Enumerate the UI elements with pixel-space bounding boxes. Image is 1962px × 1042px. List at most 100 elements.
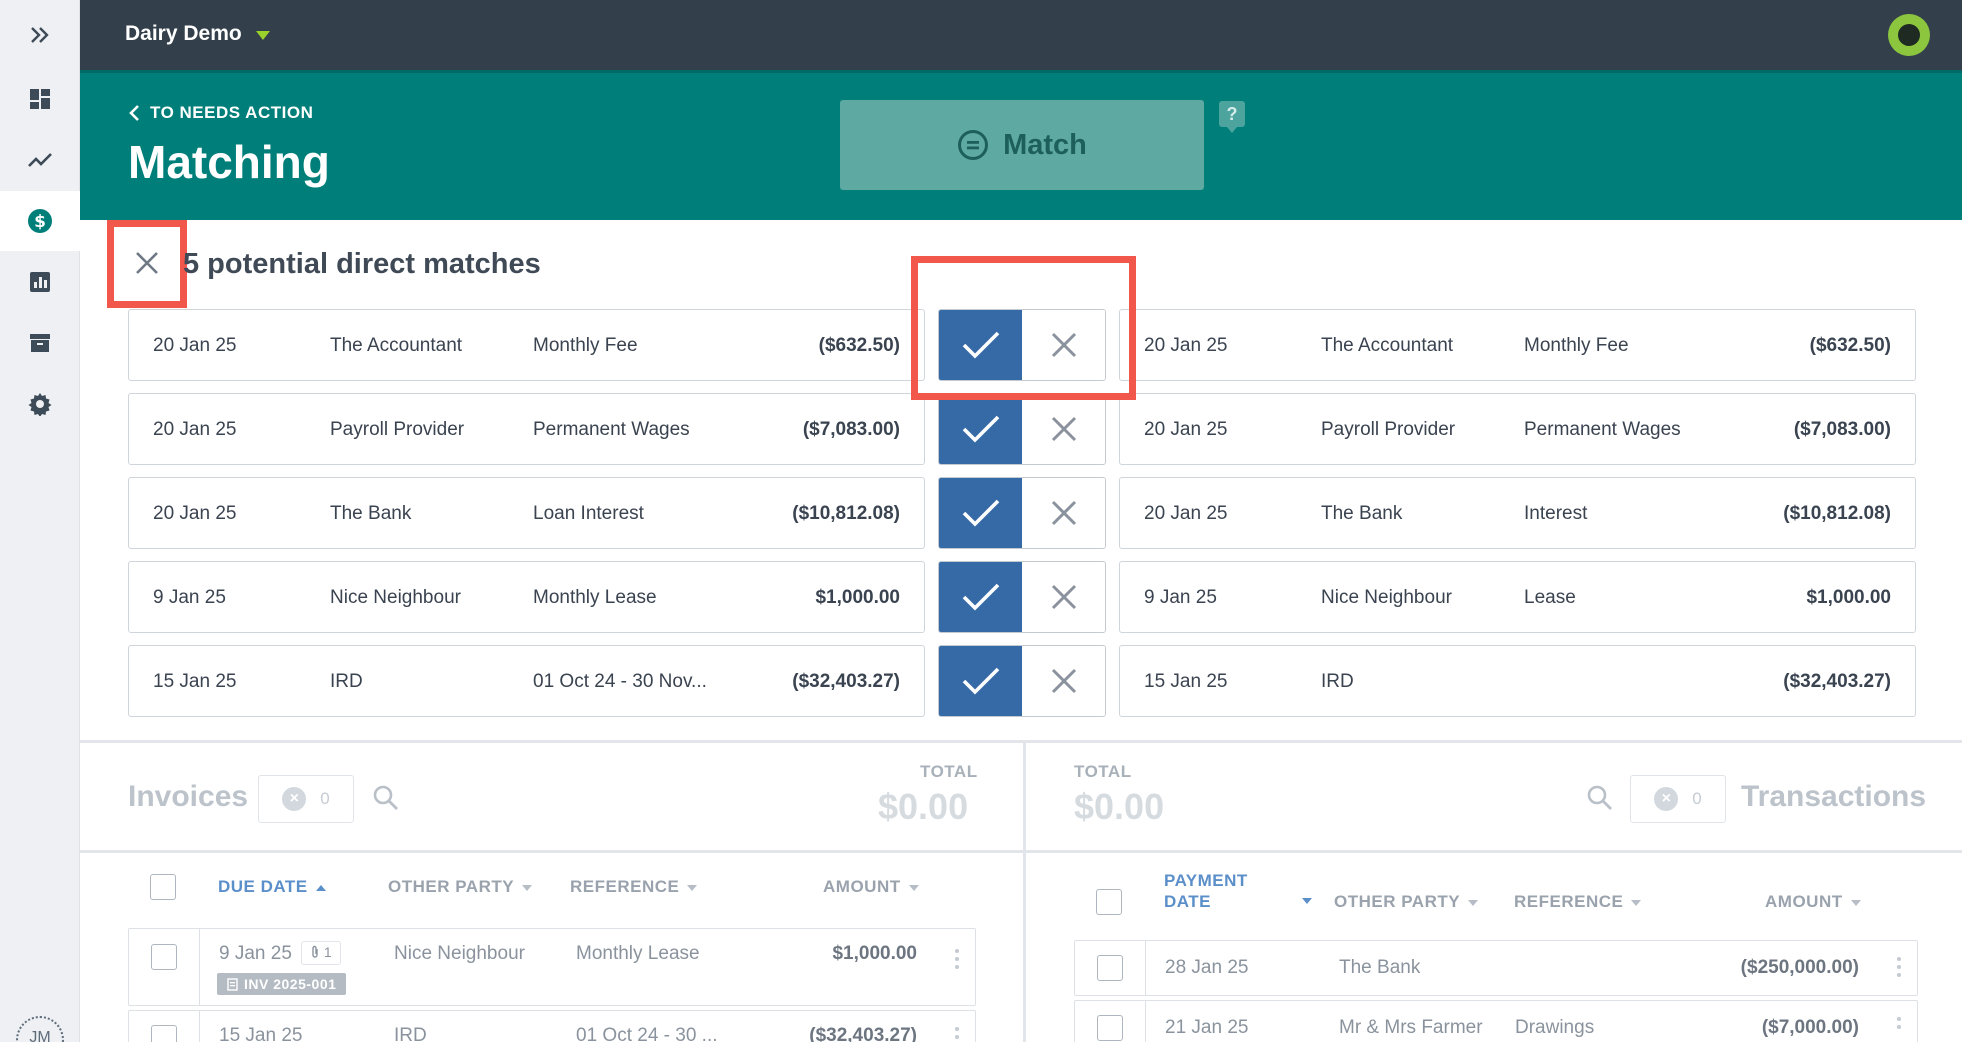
invoices-count-value: 0 bbox=[320, 789, 330, 808]
row-checkbox[interactable] bbox=[151, 944, 177, 970]
help-icon[interactable]: ? bbox=[1219, 101, 1245, 133]
nav-dashboard[interactable] bbox=[0, 69, 80, 129]
section-divider bbox=[80, 740, 1962, 743]
match-amount: ($32,403.27) bbox=[792, 671, 900, 692]
invoice-reference: Monthly Lease bbox=[576, 943, 700, 964]
transactions-title: Transactions bbox=[1741, 780, 1927, 813]
match-actions bbox=[938, 477, 1106, 549]
sort-caret-icon[interactable] bbox=[1302, 898, 1312, 904]
transaction-date: 28 Jan 25 bbox=[1165, 957, 1249, 978]
search-icon[interactable] bbox=[372, 784, 400, 812]
match-button[interactable]: Match bbox=[840, 100, 1204, 190]
match-row-left[interactable]: 15 Jan 25 IRD 01 Oct 24 - 30 Nov... ($32,40… bbox=[128, 645, 925, 717]
nav-money[interactable]: $ bbox=[0, 191, 80, 251]
nav-reports[interactable] bbox=[0, 252, 80, 312]
back-link[interactable]: TO NEEDS ACTION bbox=[128, 103, 313, 123]
match-reference: 01 Oct 24 - 30 Nov... bbox=[533, 671, 707, 692]
chevron-down-icon[interactable] bbox=[256, 31, 270, 40]
dollar-circle-icon: $ bbox=[28, 209, 52, 233]
transactions-selected-count[interactable]: × 0 bbox=[1630, 775, 1726, 823]
match-row-left[interactable]: 9 Jan 25 Nice Neighbour Monthly Lease $1,00… bbox=[128, 561, 925, 633]
match-row-right[interactable]: 20 Jan 25 Payroll Provider Permanent Wages… bbox=[1119, 393, 1916, 465]
row-menu-icon[interactable] bbox=[955, 949, 959, 973]
nav-trends[interactable] bbox=[0, 130, 80, 190]
column-header-amount[interactable]: AMOUNT bbox=[823, 877, 919, 897]
accept-match-button[interactable] bbox=[939, 478, 1022, 548]
trend-line-icon bbox=[28, 153, 52, 167]
transaction-amount: ($250,000.00) bbox=[1740, 957, 1859, 978]
check-icon bbox=[962, 667, 999, 695]
reject-match-button[interactable] bbox=[1022, 478, 1105, 548]
match-party: Payroll Provider bbox=[330, 419, 465, 440]
table-row[interactable]: 15 Jan 25 IRD 01 Oct 24 - 30 ... ($32,40… bbox=[128, 1010, 976, 1042]
row-checkbox[interactable] bbox=[1097, 955, 1123, 981]
user-avatar[interactable]: JM bbox=[16, 1016, 64, 1042]
transactions-select-all-checkbox[interactable] bbox=[1096, 889, 1122, 915]
match-row-right[interactable]: 15 Jan 25 IRD ($32,403.27) bbox=[1119, 645, 1916, 717]
row-menu-icon[interactable] bbox=[1897, 1017, 1901, 1033]
table-row[interactable]: 9 Jan 25 1 INV 2025-001 Nice Neighbour M… bbox=[128, 928, 976, 1006]
gear-icon bbox=[28, 393, 52, 416]
paperclip-icon bbox=[312, 945, 318, 958]
match-reference: Monthly Fee bbox=[1524, 335, 1629, 356]
column-header-other-party[interactable]: OTHER PARTY bbox=[388, 877, 533, 897]
equals-circle-icon bbox=[958, 130, 989, 160]
panel-divider bbox=[1023, 743, 1026, 1042]
accept-match-button[interactable] bbox=[939, 646, 1022, 716]
match-button-label: Match bbox=[1003, 128, 1087, 161]
row-checkbox[interactable] bbox=[151, 1025, 177, 1042]
close-icon bbox=[1051, 584, 1076, 610]
invoices-select-all-checkbox[interactable] bbox=[150, 874, 176, 900]
column-header-other-party[interactable]: OTHER PARTY bbox=[1334, 892, 1479, 912]
match-party: Nice Neighbour bbox=[1321, 587, 1452, 608]
match-date: 20 Jan 25 bbox=[153, 335, 237, 356]
brand-logo[interactable] bbox=[1888, 14, 1930, 56]
check-icon bbox=[962, 499, 999, 527]
row-checkbox[interactable] bbox=[1097, 1015, 1123, 1041]
match-row-left[interactable]: 20 Jan 25 The Bank Loan Interest ($10,812.0… bbox=[128, 477, 925, 549]
column-header-amount[interactable]: AMOUNT bbox=[1765, 892, 1861, 912]
match-date: 20 Jan 25 bbox=[153, 503, 237, 524]
match-row-right[interactable]: 20 Jan 25 The Accountant Monthly Fee ($632.… bbox=[1119, 309, 1916, 381]
reject-match-button[interactable] bbox=[1022, 394, 1105, 464]
match-row-right[interactable]: 20 Jan 25 The Bank Interest ($10,812.08) bbox=[1119, 477, 1916, 549]
attachment-count[interactable]: 1 bbox=[301, 941, 341, 965]
match-reference: Permanent Wages bbox=[1524, 419, 1681, 440]
column-header-payment-date[interactable]: PAYMENT DATE bbox=[1164, 870, 1248, 912]
match-party: IRD bbox=[1321, 671, 1354, 692]
match-row-right[interactable]: 9 Jan 25 Nice Neighbour Lease $1,000.00 bbox=[1119, 561, 1916, 633]
reject-match-button[interactable] bbox=[1022, 646, 1105, 716]
chevron-left-icon bbox=[129, 105, 139, 121]
invoice-amount: $1,000.00 bbox=[832, 943, 917, 964]
match-row-left[interactable]: 20 Jan 25 Payroll Provider Permanent Wages… bbox=[128, 393, 925, 465]
invoice-reference: 01 Oct 24 - 30 ... bbox=[576, 1025, 718, 1042]
accept-match-button[interactable] bbox=[939, 394, 1022, 464]
column-header-due-date[interactable]: DUE DATE bbox=[218, 877, 326, 897]
invoices-selected-count[interactable]: × 0 bbox=[258, 775, 354, 823]
accept-match-button[interactable] bbox=[939, 562, 1022, 632]
nav-settings[interactable] bbox=[0, 374, 80, 434]
page-title: Matching bbox=[128, 136, 330, 188]
row-menu-icon[interactable] bbox=[955, 1027, 959, 1042]
reject-match-button[interactable] bbox=[1022, 562, 1105, 632]
match-row-left[interactable]: 20 Jan 25 The Accountant Monthly Fee ($632.… bbox=[128, 309, 925, 381]
column-header-reference[interactable]: REFERENCE bbox=[1514, 892, 1642, 912]
transactions-total-value: $0.00 bbox=[1074, 786, 1165, 827]
expand-sidebar-button[interactable] bbox=[0, 5, 80, 65]
match-date: 9 Jan 25 bbox=[153, 587, 226, 608]
search-icon[interactable] bbox=[1586, 784, 1614, 812]
table-row[interactable]: 21 Jan 25 Mr & Mrs Farmer Drawings ($7,0… bbox=[1074, 1000, 1918, 1042]
invoice-number-badge: INV 2025-001 bbox=[217, 973, 347, 995]
column-header-reference[interactable]: REFERENCE bbox=[570, 877, 698, 897]
table-row[interactable]: 28 Jan 25 The Bank ($250,000.00) bbox=[1074, 940, 1918, 996]
match-amount: $1,000.00 bbox=[815, 587, 900, 608]
org-switcher[interactable]: Dairy Demo bbox=[125, 22, 242, 46]
double-chevron-right-icon bbox=[31, 27, 49, 43]
row-menu-icon[interactable] bbox=[1897, 957, 1901, 981]
transaction-reference: Drawings bbox=[1515, 1017, 1595, 1038]
nav-archive[interactable] bbox=[0, 313, 80, 373]
back-link-label: TO NEEDS ACTION bbox=[150, 103, 314, 122]
match-reference: Interest bbox=[1524, 503, 1588, 524]
invoice-date: 15 Jan 25 bbox=[219, 1025, 303, 1042]
match-party: Nice Neighbour bbox=[330, 587, 461, 608]
